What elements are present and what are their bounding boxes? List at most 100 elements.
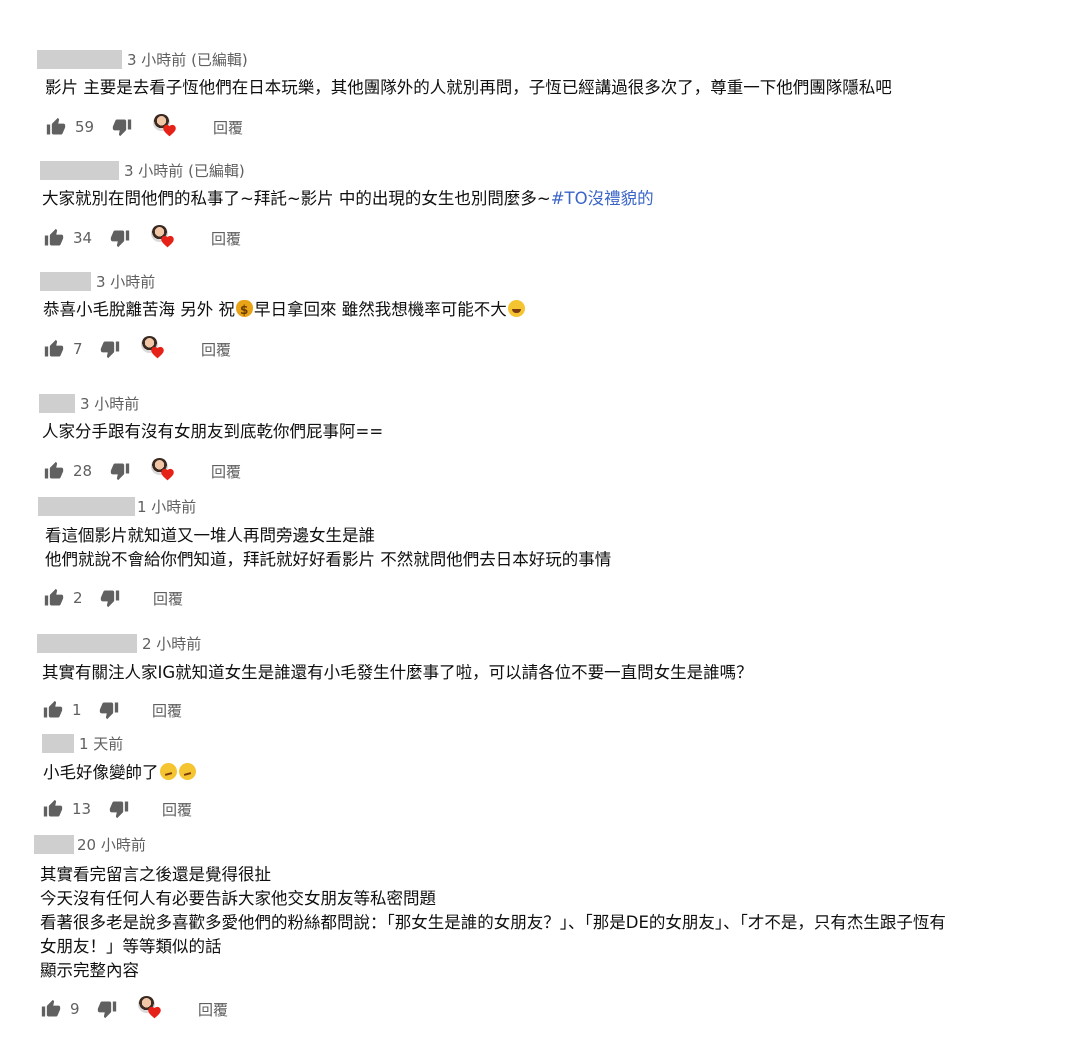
thumbs-down-icon[interactable] bbox=[98, 699, 120, 721]
comment-text: 其實有關注人家IG就知道女生是誰還有小毛發生什麼事了啦，可以請各位不要一直問女生… bbox=[42, 661, 753, 685]
comment-text: 恭喜小毛脫離苦海 另外 祝早日拿回來 雖然我想機率可能不大 bbox=[43, 298, 526, 322]
reply-button[interactable]: 回覆 bbox=[152, 700, 182, 721]
comment-actions: 9 回覆 bbox=[40, 996, 228, 1022]
comment-line: 他們就說不會給你們知道，拜託就好好看影片 不然就問他們去日本好玩的事情 bbox=[45, 550, 612, 569]
comment-line: 其實看完留言之後還是覺得很扯 bbox=[40, 865, 271, 884]
comment-meta: 20 小時前 bbox=[34, 834, 146, 854]
thumbs-up-icon[interactable] bbox=[43, 227, 65, 249]
thumbs-down-icon[interactable] bbox=[99, 587, 121, 609]
thumbs-up-icon[interactable] bbox=[42, 699, 64, 721]
comment-line: 看這個影片就知道又一堆人再問旁邊女生是誰 bbox=[45, 526, 375, 545]
comment-meta: 2 小時前 bbox=[37, 633, 201, 653]
heart-icon bbox=[150, 345, 165, 360]
like-count: 2 bbox=[73, 589, 83, 607]
comment-line: 人家分手跟有沒有女朋友到底乾你們屁事阿== bbox=[42, 422, 384, 441]
author-name[interactable] bbox=[38, 496, 135, 516]
comment-meta: 3 小時前 bbox=[39, 393, 139, 413]
like-count: 7 bbox=[73, 340, 83, 358]
comment-line: 其實有關注人家IG就知道女生是誰還有小毛發生什麼事了啦，可以請各位不要一直問女生… bbox=[42, 663, 753, 682]
comment-time[interactable]: 20 小時前 bbox=[77, 834, 146, 855]
comment-actions: 13 回覆 bbox=[42, 797, 192, 821]
reply-button[interactable]: 回覆 bbox=[153, 588, 183, 609]
thumbs-down-icon[interactable] bbox=[108, 798, 130, 820]
comment-line: 大家就別在問他們的私事了~拜託~影片 中的出現的女生也別問麼多~ bbox=[42, 189, 551, 208]
reply-button[interactable]: 回覆 bbox=[211, 461, 241, 482]
thumbs-up-icon[interactable] bbox=[40, 998, 62, 1020]
creator-heart-icon bbox=[153, 114, 179, 140]
thinking-emoji-icon bbox=[178, 763, 196, 780]
thumbs-up-icon[interactable] bbox=[43, 587, 65, 609]
comment-time[interactable]: 2 小時前 bbox=[142, 633, 201, 654]
comment-text: 其實看完留言之後還是覺得很扯 今天沒有任何人有必要告訴大家他交女朋友等私密問題 … bbox=[40, 863, 946, 983]
like-count: 1 bbox=[72, 701, 82, 719]
thinking-emoji-icon bbox=[159, 763, 177, 780]
like-count: 59 bbox=[75, 118, 95, 136]
comment-actions: 59 回覆 bbox=[45, 114, 243, 140]
comment-line: 今天沒有任何人有必要告訴大家他交女朋友等私密問題 bbox=[40, 889, 436, 908]
money-bag-emoji-icon bbox=[236, 298, 253, 322]
comment-time[interactable]: 1 小時前 bbox=[137, 496, 196, 517]
author-name[interactable] bbox=[42, 733, 74, 753]
comment-meta: 1 天前 bbox=[42, 733, 123, 753]
comment-time[interactable]: 3 小時前 bbox=[80, 393, 139, 414]
thumbs-up-icon[interactable] bbox=[43, 338, 65, 360]
comment-time[interactable]: 3 小時前 (已編輯) bbox=[124, 160, 245, 181]
thumbs-down-icon[interactable] bbox=[109, 227, 131, 249]
thumbs-up-icon[interactable] bbox=[42, 798, 64, 820]
creator-heart-icon bbox=[138, 996, 164, 1022]
reply-button[interactable]: 回覆 bbox=[213, 117, 243, 138]
reply-button[interactable]: 回覆 bbox=[211, 228, 241, 249]
author-name[interactable] bbox=[39, 393, 75, 413]
heart-icon bbox=[160, 467, 175, 482]
hashtag-link[interactable]: #TO沒禮貌的 bbox=[551, 189, 654, 208]
thumbs-down-icon[interactable] bbox=[109, 460, 131, 482]
comment-actions: 28 回覆 bbox=[43, 458, 241, 484]
comment-line: 恭喜小毛脫離苦海 另外 祝 bbox=[43, 300, 235, 319]
comment-line: 女朋友！」等等類似的話 bbox=[40, 937, 222, 956]
comment-line: 早日拿回來 雖然我想機率可能不大 bbox=[254, 300, 507, 319]
comment-line: 看著很多老是說多喜歡多愛他們的粉絲都問說：「那女生是誰的女朋友？」、「那是DE的… bbox=[40, 913, 946, 932]
creator-heart-icon bbox=[141, 336, 167, 362]
author-name[interactable] bbox=[37, 633, 137, 653]
comment-meta: 3 小時前 (已編輯) bbox=[37, 49, 248, 69]
heart-icon bbox=[162, 123, 177, 138]
like-count: 34 bbox=[73, 229, 93, 247]
comment-meta: 1 小時前 bbox=[38, 496, 196, 516]
comment-text: 影片 主要是去看子恆他們在日本玩樂，其他團隊外的人就別再問，子恆已經講過很多次了… bbox=[45, 76, 892, 100]
reply-button[interactable]: 回覆 bbox=[198, 999, 228, 1020]
comment-actions: 7 回覆 bbox=[43, 336, 231, 362]
author-name[interactable] bbox=[40, 160, 119, 180]
show-full-content-link[interactable]: 顯示完整內容 bbox=[40, 959, 946, 983]
like-count: 13 bbox=[72, 800, 92, 818]
heart-icon bbox=[160, 234, 175, 249]
author-name[interactable] bbox=[40, 271, 91, 291]
thumbs-up-icon[interactable] bbox=[43, 460, 65, 482]
creator-heart-icon bbox=[151, 225, 177, 251]
reply-button[interactable]: 回覆 bbox=[162, 799, 192, 820]
like-count: 28 bbox=[73, 462, 93, 480]
author-name[interactable] bbox=[34, 834, 74, 854]
comment-text: 大家就別在問他們的私事了~拜託~影片 中的出現的女生也別問麼多~#TO沒禮貌的 bbox=[42, 187, 654, 211]
comment-text: 看這個影片就知道又一堆人再問旁邊女生是誰 他們就說不會給你們知道，拜託就好好看影… bbox=[45, 524, 611, 572]
author-name[interactable] bbox=[37, 49, 122, 69]
thumbs-up-icon[interactable] bbox=[45, 116, 67, 138]
comment-meta: 3 小時前 bbox=[40, 271, 155, 291]
comment-meta: 3 小時前 (已編輯) bbox=[40, 160, 245, 180]
like-count: 9 bbox=[70, 1000, 80, 1018]
comment-time[interactable]: 3 小時前 bbox=[96, 271, 155, 292]
reply-button[interactable]: 回覆 bbox=[201, 339, 231, 360]
comment-actions: 1 回覆 bbox=[42, 698, 182, 722]
comment-line: 影片 主要是去看子恆他們在日本玩樂，其他團隊外的人就別再問，子恆已經講過很多次了… bbox=[45, 78, 892, 97]
thumbs-down-icon[interactable] bbox=[99, 338, 121, 360]
comment-line: 小毛好像變帥了 bbox=[43, 763, 159, 782]
comment-time[interactable]: 1 天前 bbox=[79, 733, 123, 754]
laughing-emoji-icon bbox=[507, 300, 525, 317]
heart-icon bbox=[147, 1005, 162, 1020]
thumbs-down-icon[interactable] bbox=[96, 998, 118, 1020]
thumbs-down-icon[interactable] bbox=[111, 116, 133, 138]
comment-time[interactable]: 3 小時前 (已編輯) bbox=[127, 49, 248, 70]
comment-actions: 34 回覆 bbox=[43, 225, 241, 251]
creator-heart-icon bbox=[151, 458, 177, 484]
comment-actions: 2 回覆 bbox=[43, 586, 183, 610]
comment-text: 人家分手跟有沒有女朋友到底乾你們屁事阿== bbox=[42, 420, 383, 444]
